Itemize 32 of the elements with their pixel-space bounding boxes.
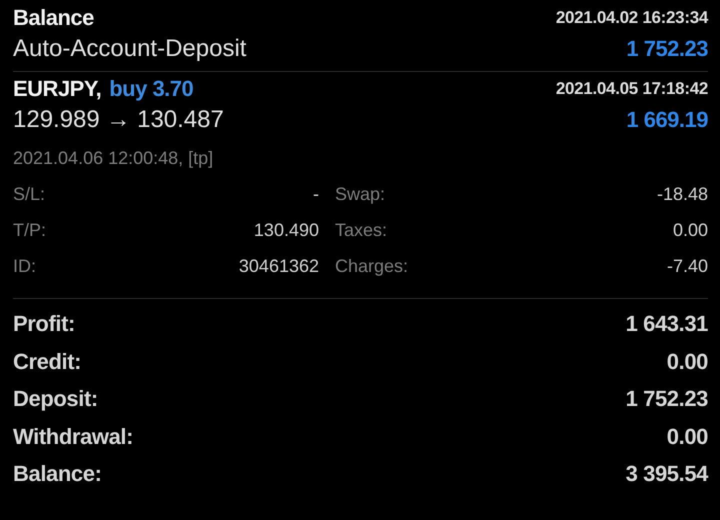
summary-label: Deposit: [13,385,98,413]
summary-value: 3 395.54 [626,460,708,488]
summary-value: 0.00 [666,348,708,376]
detail-label: T/P: [13,219,46,242]
detail-label: Taxes: [335,219,388,242]
summary-label: Balance: [13,460,102,488]
summary-label: Withdrawal: [13,422,134,450]
detail-value: -7.40 [666,255,708,278]
deal-amount: 1 669.19 [626,106,708,134]
detail-value: 0.00 [672,219,708,242]
summary-value: 1 752.23 [626,385,708,413]
detail-value: 130.490 [254,219,319,242]
deal-title: Balance [13,4,94,32]
close-info: 2021.04.06 12:00:48, [tp] [13,147,214,170]
price-range: 129.989 → 130.487 [13,104,224,134]
detail-value: - [313,183,319,206]
deal-comment: Auto-Account-Deposit [13,34,246,64]
detail-label: ID: [13,255,36,278]
detail-label: Swap: [335,183,386,206]
symbol-title: EURJPY, [13,75,102,103]
trade-action: buy 3.70 [109,75,194,103]
summary-label: Profit: [13,310,75,338]
deal-time: 2021.04.05 17:18:42 [556,78,708,100]
detail-value: 30461362 [238,255,319,278]
deal-amount: 1 752.23 [626,35,708,63]
summary-value: 0.00 [666,422,708,450]
detail-label: Charges: [335,255,408,278]
deal-time: 2021.04.02 16:23:34 [556,7,708,30]
detail-value: -18.48 [656,183,708,206]
detail-label: S/L: [13,183,46,206]
summary-label: Credit: [13,348,82,376]
summary-value: 1 643.31 [626,310,708,338]
